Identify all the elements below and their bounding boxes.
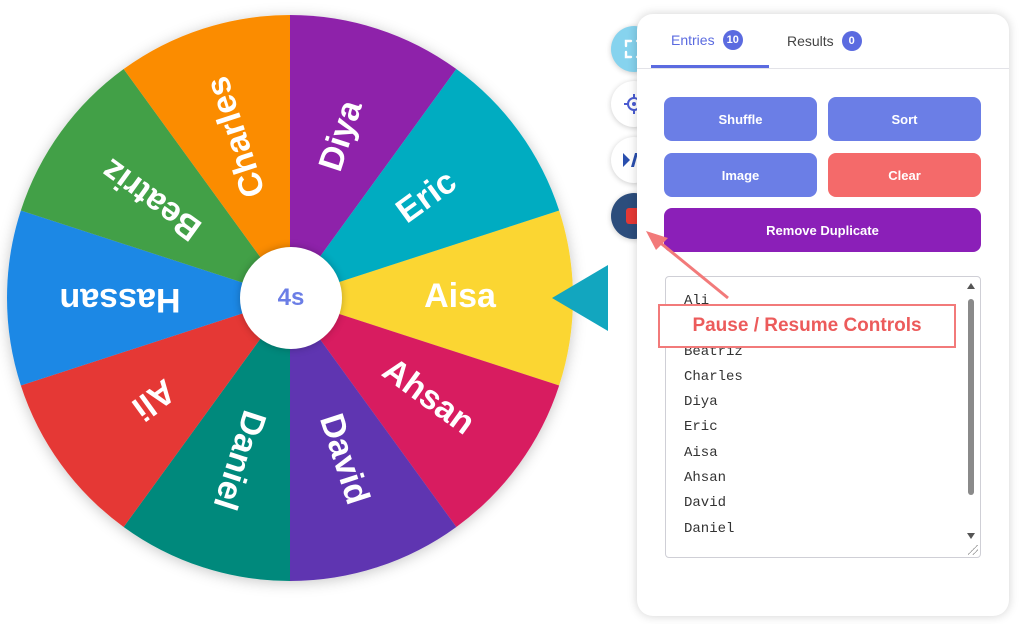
sort-button[interactable]: Sort [828, 97, 981, 141]
list-item: Diya [684, 394, 718, 411]
list-item: Ahsan [684, 470, 727, 487]
wheel-area: Aisa Ahsan David Daniel Ali Hassan Beatriz Char… [0, 0, 620, 624]
wheel-pointer [552, 265, 608, 331]
image-button[interactable]: Image [664, 153, 817, 197]
remove-duplicate-button[interactable]: Remove Duplicate [664, 208, 981, 252]
wheel-center-hub[interactable]: 4s [240, 247, 342, 349]
timer-label: 4s [277, 284, 305, 311]
tab-bar: Entries 10 Results 0 [637, 14, 1009, 69]
tab-results-label: Results [787, 33, 834, 49]
shuffle-button[interactable]: Shuffle [664, 97, 817, 141]
scroll-down-arrow[interactable] [967, 533, 975, 539]
clear-button[interactable]: Clear [828, 153, 981, 197]
tab-entries-label: Entries [671, 31, 715, 48]
scroll-up-arrow[interactable] [967, 283, 975, 289]
tab-entries[interactable]: Entries 10 [651, 14, 769, 68]
resize-grip[interactable] [968, 545, 978, 555]
scroll-thumb[interactable] [968, 299, 974, 495]
scrollbar[interactable] [966, 281, 976, 549]
annotation-callout: Pause / Resume Controls [658, 304, 956, 348]
entries-count-badge: 10 [722, 29, 743, 50]
list-item: Daniel [684, 520, 735, 537]
wheel-segment-label: Hassan [60, 281, 181, 319]
list-item: Aisa [684, 444, 718, 461]
annotation-label: Pause / Resume Controls [692, 315, 922, 336]
list-item: Charles [684, 368, 743, 385]
list-item: Eric [684, 419, 718, 436]
list-item: David [684, 495, 727, 512]
wheel-segment-label: Aisa [424, 277, 497, 315]
tab-results[interactable]: Results 0 [787, 14, 862, 68]
results-count-badge: 0 [841, 31, 862, 51]
